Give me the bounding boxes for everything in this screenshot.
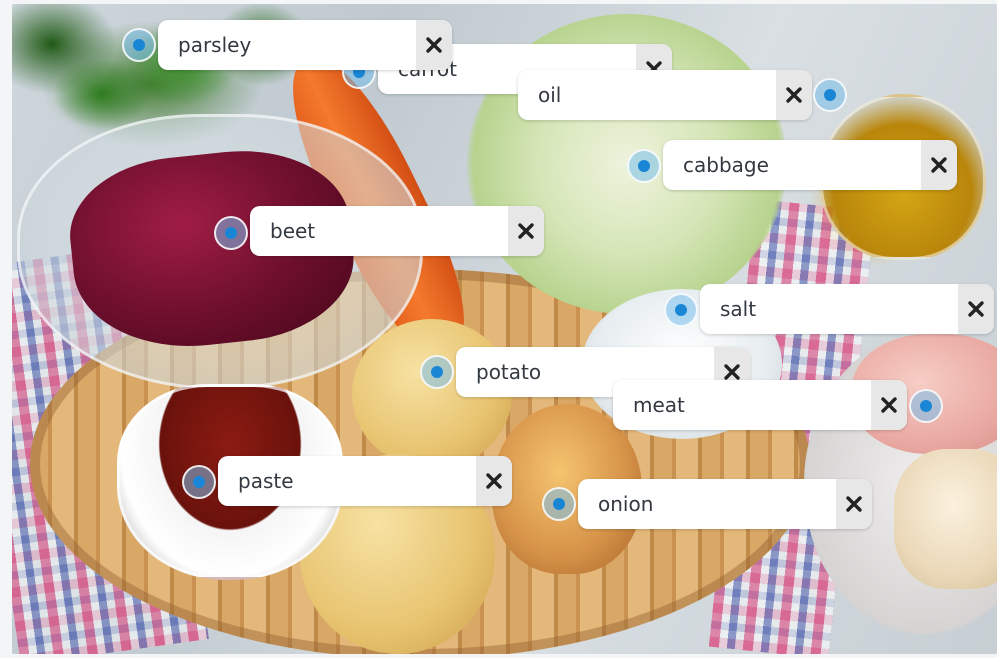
x-icon (518, 223, 534, 239)
x-icon (846, 496, 862, 512)
tag-label: oil (538, 83, 562, 107)
tag-salt[interactable]: salt (700, 284, 994, 334)
marker-paste[interactable] (182, 465, 216, 499)
x-icon (786, 87, 802, 103)
marker-salt[interactable] (664, 293, 698, 327)
tag-label: cabbage (683, 153, 769, 177)
fat-image (894, 449, 997, 589)
tag-cabbage[interactable]: cabbage (663, 140, 957, 190)
marker-oil[interactable] (813, 78, 847, 112)
tag-label: potato (476, 360, 542, 384)
tag-label: onion (598, 492, 654, 516)
annotation-stage: carrot parsley oil cabbage beet (0, 0, 997, 658)
tag-label: meat (633, 393, 685, 417)
marker-beet[interactable] (214, 216, 248, 250)
x-icon (968, 301, 984, 317)
tag-paste[interactable]: paste (218, 456, 512, 506)
tag-label: parsley (178, 33, 252, 57)
marker-parsley[interactable] (122, 28, 156, 62)
x-icon (486, 473, 502, 489)
tag-onion[interactable]: onion (578, 479, 872, 529)
remove-onion-button[interactable] (836, 479, 872, 529)
tag-meat[interactable]: meat (613, 380, 907, 430)
marker-onion[interactable] (542, 487, 576, 521)
tag-label: paste (238, 469, 294, 493)
tag-label: beet (270, 219, 316, 243)
tag-parsley[interactable]: parsley (158, 20, 452, 70)
tag-oil[interactable]: oil (518, 70, 812, 120)
x-icon (426, 37, 442, 53)
marker-potato[interactable] (420, 355, 454, 389)
marker-cabbage[interactable] (627, 149, 661, 183)
remove-parsley-button[interactable] (416, 20, 452, 70)
x-icon (724, 364, 740, 380)
remove-beet-button[interactable] (508, 206, 544, 256)
remove-paste-button[interactable] (476, 456, 512, 506)
x-icon (881, 397, 897, 413)
remove-oil-button[interactable] (776, 70, 812, 120)
x-icon (931, 157, 947, 173)
remove-meat-button[interactable] (871, 380, 907, 430)
remove-salt-button[interactable] (958, 284, 994, 334)
remove-cabbage-button[interactable] (921, 140, 957, 190)
marker-meat[interactable] (909, 389, 943, 423)
tag-beet[interactable]: beet (250, 206, 544, 256)
tag-label: salt (720, 297, 757, 321)
